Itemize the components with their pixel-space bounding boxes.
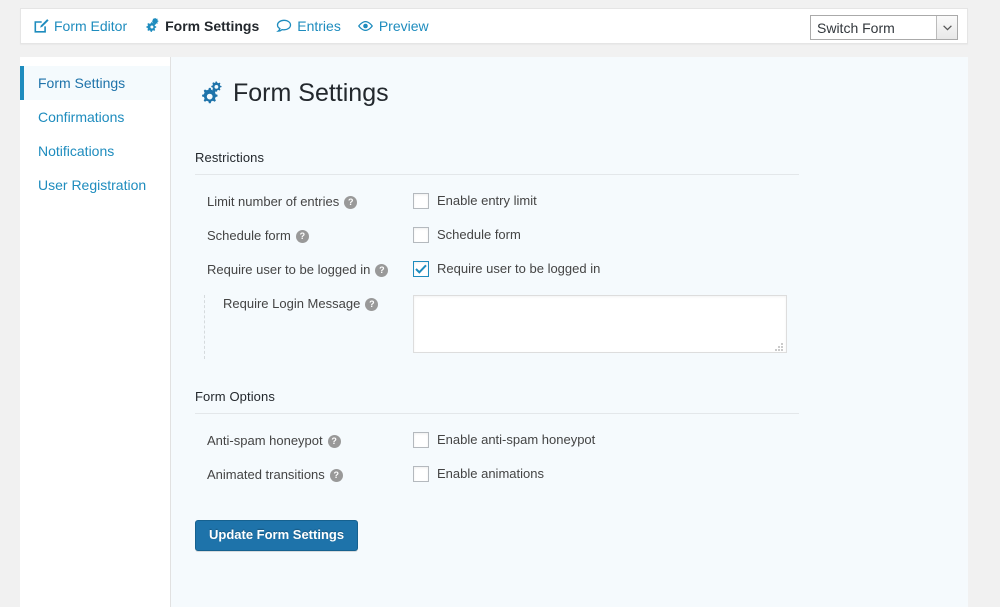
chevron-down-icon[interactable] bbox=[936, 16, 957, 39]
settings-sidebar: Form Settings Confirmations Notification… bbox=[20, 57, 171, 607]
help-icon[interactable]: ? bbox=[327, 434, 341, 448]
row-label: Schedule form ? bbox=[195, 227, 413, 245]
row-label-text: Limit number of entries bbox=[207, 194, 340, 209]
restrictions-rows: Limit number of entries ? Enable entry l… bbox=[195, 175, 799, 359]
row-anti-spam-honeypot: Anti-spam honeypot ? Enable anti-spam ho… bbox=[195, 432, 799, 456]
nav-item-form-settings[interactable]: Form Settings bbox=[143, 18, 259, 35]
checkbox-enable-animations[interactable] bbox=[413, 466, 429, 482]
help-icon[interactable]: ? bbox=[375, 263, 389, 277]
sidebar-item-label: User Registration bbox=[38, 177, 147, 193]
sidebar-item-confirmations[interactable]: Confirmations bbox=[20, 100, 170, 134]
row-label-text: Require Login Message bbox=[223, 296, 361, 311]
page-title: Form Settings bbox=[195, 79, 968, 108]
sidebar-item-label: Form Settings bbox=[38, 75, 126, 91]
row-label: Require user to be logged in ? bbox=[195, 261, 413, 279]
section-title: Form Options bbox=[195, 389, 799, 414]
row-label: Require Login Message ? bbox=[195, 295, 413, 313]
row-field: Require user to be logged in bbox=[413, 261, 600, 277]
section-title: Restrictions bbox=[195, 150, 799, 175]
row-label-text: Animated transitions bbox=[207, 467, 325, 482]
help-icon[interactable]: ? bbox=[365, 297, 379, 311]
nav-item-entries[interactable]: Entries bbox=[275, 18, 341, 35]
checkbox-label[interactable]: Enable animations bbox=[437, 466, 544, 482]
checkbox-enable-anti-spam-honeypot[interactable] bbox=[413, 432, 429, 448]
row-animated-transitions: Animated transitions ? Enable animations bbox=[195, 466, 799, 490]
gears-icon bbox=[143, 18, 160, 35]
help-icon[interactable]: ? bbox=[329, 468, 343, 482]
checkbox-label[interactable]: Schedule form bbox=[437, 227, 521, 243]
checkbox-label[interactable]: Enable anti-spam honeypot bbox=[437, 432, 595, 448]
help-icon[interactable]: ? bbox=[295, 229, 309, 243]
section-restrictions: Restrictions Limit number of entries ? E… bbox=[195, 150, 799, 359]
speech-bubble-icon bbox=[275, 18, 292, 35]
checkbox-enable-entry-limit[interactable] bbox=[413, 193, 429, 209]
sidebar-item-user-registration[interactable]: User Registration bbox=[20, 168, 170, 202]
nav-item-label: Preview bbox=[378, 18, 429, 34]
row-field: Enable anti-spam honeypot bbox=[413, 432, 595, 448]
nav-item-label: Form Settings bbox=[165, 18, 260, 34]
nav-item-preview[interactable]: Preview bbox=[357, 18, 429, 35]
require-login-message-group: Require Login Message ? bbox=[195, 295, 799, 359]
switch-form-select[interactable]: Switch Form bbox=[810, 15, 958, 40]
sidebar-item-form-settings[interactable]: Form Settings bbox=[20, 66, 170, 100]
sidebar-item-notifications[interactable]: Notifications bbox=[20, 134, 170, 168]
switch-form-wrap: Switch Form bbox=[810, 15, 958, 40]
row-field: Schedule form bbox=[413, 227, 521, 243]
page-title-text: Form Settings bbox=[233, 79, 389, 107]
submit-wrap: Update Form Settings bbox=[195, 520, 968, 551]
main-content-panel: Form Settings Restrictions Limit number … bbox=[171, 57, 968, 607]
row-schedule-form: Schedule form ? Schedule form bbox=[195, 227, 799, 251]
edit-pencil-square-icon bbox=[32, 18, 49, 35]
row-require-login-message: Require Login Message ? bbox=[195, 295, 799, 353]
row-limit-entries: Limit number of entries ? Enable entry l… bbox=[195, 193, 799, 217]
nav-item-label: Entries bbox=[297, 18, 341, 34]
row-require-login: Require user to be logged in ? Require u… bbox=[195, 261, 799, 285]
update-form-settings-button[interactable]: Update Form Settings bbox=[195, 520, 359, 551]
help-icon[interactable]: ? bbox=[344, 195, 358, 209]
checkbox-label[interactable]: Enable entry limit bbox=[437, 193, 537, 209]
sidebar-item-label: Confirmations bbox=[38, 109, 125, 125]
row-label-text: Anti-spam honeypot bbox=[207, 433, 323, 448]
checkbox-require-user-logged-in[interactable] bbox=[413, 261, 429, 277]
require-login-message-textarea[interactable] bbox=[413, 295, 787, 353]
switch-form-value: Switch Form bbox=[817, 19, 895, 36]
sidebar-item-label: Notifications bbox=[38, 143, 115, 159]
nav-item-form-editor[interactable]: Form Editor bbox=[32, 18, 127, 35]
row-label: Anti-spam honeypot ? bbox=[195, 432, 413, 450]
resize-grip-icon[interactable] bbox=[774, 340, 784, 351]
eye-icon bbox=[357, 18, 374, 35]
checkbox-schedule-form[interactable] bbox=[413, 227, 429, 243]
row-label: Animated transitions ? bbox=[195, 466, 413, 484]
gears-icon bbox=[195, 81, 223, 107]
top-toolbar: Form Editor Form Settings Entries Previe… bbox=[20, 8, 968, 44]
toolbar-nav: Form Editor Form Settings Entries Previe… bbox=[21, 18, 429, 35]
section-form-options: Form Options Anti-spam honeypot ? Enable… bbox=[195, 389, 799, 490]
nav-item-label: Form Editor bbox=[54, 18, 128, 34]
row-label-text: Schedule form bbox=[207, 228, 291, 243]
row-label: Limit number of entries ? bbox=[195, 193, 413, 211]
row-field: Enable animations bbox=[413, 466, 544, 482]
row-field: Enable entry limit bbox=[413, 193, 537, 209]
row-label-text: Require user to be logged in bbox=[207, 262, 371, 277]
checkbox-label[interactable]: Require user to be logged in bbox=[437, 261, 600, 277]
form-options-rows: Anti-spam honeypot ? Enable anti-spam ho… bbox=[195, 414, 799, 490]
